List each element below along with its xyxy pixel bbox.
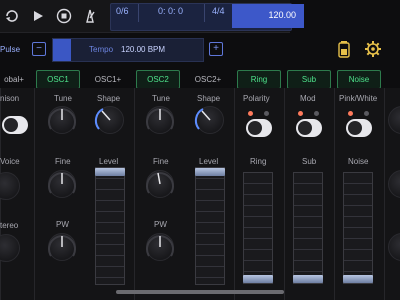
time-readout: 0: 0: 0 [158, 6, 184, 16]
fader-handle[interactable] [95, 168, 125, 176]
tab-noise[interactable]: Noise [337, 70, 381, 89]
tempo-readout-box[interactable]: 120.00 [232, 4, 304, 28]
fader-handle[interactable] [243, 275, 273, 283]
osc2-shape-label: Shape [197, 94, 221, 103]
fader-handle[interactable] [293, 275, 323, 283]
display-divider [138, 4, 139, 22]
noise-type-toggle[interactable] [346, 119, 372, 137]
noise-dot-on [348, 111, 353, 116]
tab-ring[interactable]: Ring [237, 70, 281, 89]
osc1-shape-label: Shape [97, 94, 121, 103]
tempo-value: 120.00 BPM [121, 45, 166, 54]
osc1-level-fader[interactable] [95, 167, 125, 285]
ring-level-fader[interactable] [243, 172, 273, 284]
osc2-shape-knob[interactable] [194, 106, 224, 134]
osc1-fine-label: Fine [55, 157, 71, 166]
sub-level-fader[interactable] [293, 172, 323, 284]
battery-icon [338, 41, 350, 58]
fader-handle[interactable] [195, 168, 225, 176]
noise-level-fader[interactable] [343, 172, 373, 284]
osc2-pw-label: PW [154, 220, 167, 229]
sub-dot-on [298, 111, 303, 116]
metronome-icon [86, 9, 95, 23]
tab-osc2-plus[interactable]: OSC2+ [186, 70, 230, 89]
play-button[interactable] [30, 8, 46, 24]
metronome-button[interactable] [82, 8, 98, 24]
ring-dot-on [248, 111, 253, 116]
tempo-field[interactable]: Tempo 120.00 BPM [52, 38, 204, 62]
osc1-pw-knob[interactable] [48, 233, 76, 261]
tab-osc1-plus[interactable]: OSC1+ [86, 70, 130, 89]
tempo-increment-button[interactable]: + [209, 42, 223, 56]
unison-label: nison [0, 94, 20, 103]
tab-sub[interactable]: Sub [287, 70, 331, 89]
tempo-decrement-button[interactable]: − [32, 42, 46, 56]
osc1-tune-knob[interactable] [48, 106, 76, 134]
stop-circle-icon [56, 8, 72, 24]
noise-dot-off [364, 111, 369, 116]
osc1-tune-label: Tune [54, 94, 72, 103]
stereo-label: tereo [0, 221, 19, 230]
tab-osc2[interactable]: OSC2 [136, 70, 180, 89]
osc2-tune-knob[interactable] [146, 106, 174, 134]
battery-button[interactable] [336, 40, 352, 58]
sub-mod-toggle[interactable] [296, 119, 322, 137]
tab-global-plus[interactable]: obal+ [0, 70, 32, 89]
tempo-label: Tempo [89, 45, 114, 54]
settings-button[interactable] [364, 40, 382, 58]
noise-level-label: Noise [348, 157, 369, 166]
sub-mod-label: Mod [300, 94, 316, 103]
stop-button[interactable] [56, 8, 72, 24]
osc2-level-fader[interactable] [195, 167, 225, 285]
signature-readout: 4/4 [212, 6, 225, 16]
tab-osc1[interactable]: OSC1 [36, 70, 80, 89]
sub-level-label: Sub [302, 157, 317, 166]
sub-dot-off [314, 111, 319, 116]
voice-label: Voice [0, 157, 20, 166]
ring-dot-off [264, 111, 269, 116]
ring-polarity-label: Polarity [243, 94, 270, 103]
display-divider [204, 4, 205, 22]
tempo-readout: 120.00 [268, 10, 296, 20]
preset-name[interactable]: Pulse [0, 45, 20, 54]
play-icon [34, 11, 43, 21]
noise-type-label: Pink/White [339, 94, 378, 103]
record-button[interactable] [4, 8, 20, 24]
osc1-fine-knob[interactable] [48, 170, 76, 198]
osc1-level-label: Level [99, 157, 119, 166]
fader-handle[interactable] [343, 275, 373, 283]
osc2-fine-label: Fine [153, 157, 169, 166]
osc1-shape-knob[interactable] [94, 106, 124, 134]
gear-icon [365, 41, 381, 57]
osc2-fine-knob[interactable] [146, 170, 174, 198]
osc2-level-label: Level [199, 157, 219, 166]
home-indicator[interactable] [116, 290, 284, 294]
ring-level-label: Ring [250, 157, 267, 166]
position-readout: 0/6 [116, 6, 129, 16]
osc2-tune-label: Tune [152, 94, 170, 103]
loop-record-icon [6, 10, 18, 22]
osc1-pw-label: PW [56, 220, 69, 229]
unison-toggle[interactable] [2, 116, 28, 134]
ring-polarity-toggle[interactable] [246, 119, 272, 137]
osc2-pw-knob[interactable] [146, 233, 174, 261]
tempo-slider-fill [53, 39, 71, 61]
